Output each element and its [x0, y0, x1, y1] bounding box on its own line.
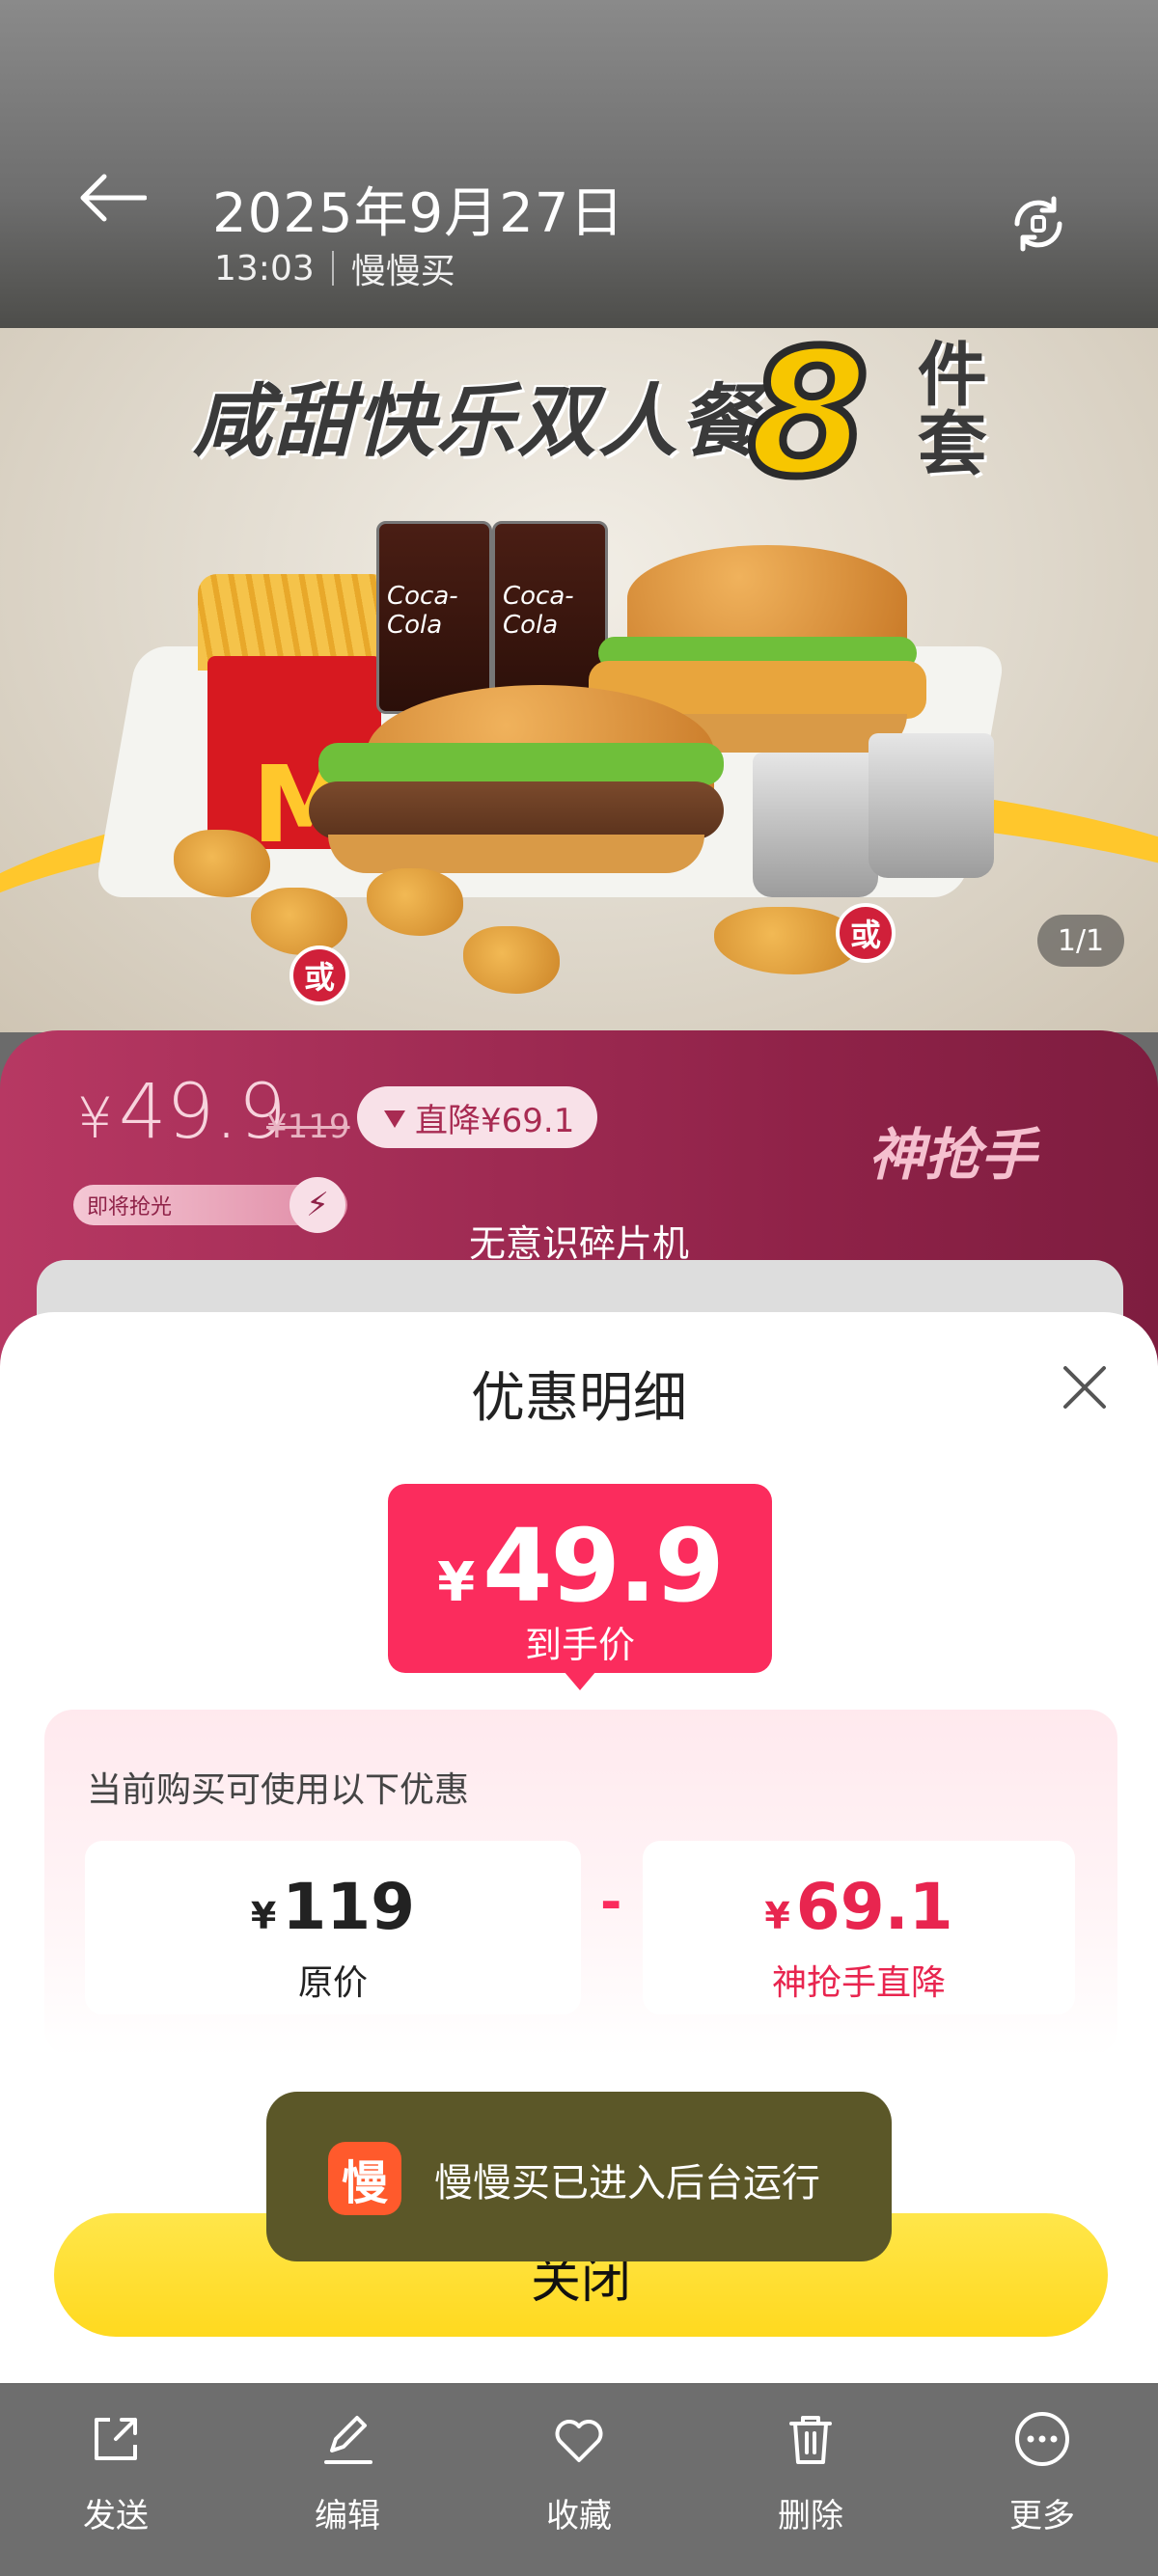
shredder-label: 无意识碎片机: [468, 1222, 689, 1265]
source-app: 慢慢买: [350, 252, 455, 291]
price-drop-text: 直降¥69.1: [415, 1101, 575, 1140]
final-price-value: 49.9: [482, 1507, 725, 1625]
promo-suffix: 件套: [905, 338, 987, 491]
discount-label: 神抢手直降: [771, 1963, 946, 2003]
arrow-left-icon: [80, 174, 147, 222]
sundae-strawberry: [868, 733, 994, 878]
discount-value: 69.1: [795, 1870, 953, 1944]
chicken-burger-bun-top: [627, 545, 907, 651]
delete-label: 删除: [778, 2497, 843, 2535]
cola-label: Coca-Cola: [503, 582, 574, 640]
down-arrow-icon: [384, 1110, 405, 1128]
delete-button[interactable]: 删除: [695, 2385, 926, 2576]
more-icon: [1015, 2412, 1069, 2466]
photo-time: 13:03: [214, 248, 315, 288]
page-indicator: 1/1: [1037, 915, 1124, 967]
edit-label: 编辑: [315, 2497, 380, 2535]
price-drop-pill: 直降¥69.1: [357, 1086, 598, 1148]
gallery-header: 2025年9月27日 13:03 慢慢买: [0, 0, 1158, 328]
sheet-title: 优惠明细: [471, 1367, 687, 1430]
strip-price-value: 49.9: [118, 1069, 287, 1156]
trash-icon: [789, 2416, 832, 2464]
more-label: 更多: [1009, 2497, 1075, 2535]
send-button[interactable]: 发送: [0, 2385, 232, 2576]
discount-currency: ¥: [764, 1895, 790, 1937]
sheet-close-button[interactable]: [1060, 1362, 1110, 1412]
beef-burger-bun-bottom: [328, 835, 704, 873]
discount-card: ¥69.1 神抢手直降: [643, 1841, 1075, 2014]
share-icon: [95, 2418, 137, 2460]
or-badge-right: 或: [836, 903, 896, 963]
original-price-card: ¥119 原价: [85, 1841, 581, 2014]
discount-amount: ¥69.1: [643, 1870, 1075, 1944]
minus-sign: -: [600, 1872, 622, 1932]
cola-cup-left: Coca-Cola: [376, 521, 492, 714]
final-currency: ¥: [437, 1551, 475, 1614]
gallery-toolbar: 发送 编辑 收藏 删除 更多: [0, 2385, 1158, 2576]
rotate-icon: [1014, 196, 1062, 252]
heart-icon: [555, 2420, 603, 2462]
favorite-label: 收藏: [546, 2497, 612, 2535]
send-label: 发送: [83, 2497, 149, 2535]
promo-count: 8: [744, 328, 872, 515]
more-button[interactable]: 更多: [926, 2385, 1158, 2576]
favorite-button[interactable]: 收藏: [463, 2385, 695, 2576]
back-button[interactable]: [77, 164, 154, 232]
rotate-button[interactable]: [1004, 189, 1073, 259]
photo-date: 2025年9月27日: [212, 182, 625, 245]
final-price-card: ¥49.9 到手价: [388, 1484, 772, 1673]
cola-label: Coca-Cola: [387, 582, 458, 640]
shenqiangshou-badge: 神抢手: [868, 1122, 1037, 1188]
edit-icon: [324, 2416, 372, 2464]
final-price-label: 到手价: [524, 1624, 635, 1666]
manmanmai-app-icon: 慢: [328, 2142, 401, 2215]
final-price: ¥49.9: [388, 1507, 772, 1625]
sundae-chocolate: [753, 753, 878, 897]
beef-burger-patty: [309, 781, 724, 839]
beef-burger-lettuce: [318, 743, 724, 785]
product-image[interactable]: 咸甜快乐双人餐 8 件套 M Coca-Cola Coca-Cola 或 或 1…: [0, 328, 1158, 1032]
original-currency: ¥: [250, 1895, 277, 1937]
photo-meta: 13:03 慢慢买: [214, 243, 455, 293]
meta-divider: [331, 251, 334, 286]
promo-suffix-text: 件套: [905, 338, 987, 477]
original-price-label: 原价: [297, 1963, 368, 2003]
edit-button[interactable]: 编辑: [232, 2385, 463, 2576]
strip-original-price: ¥119: [266, 1108, 350, 1146]
original-price: ¥119: [85, 1870, 581, 1944]
original-price-value: 119: [282, 1870, 416, 1944]
close-icon: [1063, 1366, 1106, 1409]
promo-title: 咸甜快乐双人餐: [193, 376, 760, 468]
toast-message: 慢慢买已进入后台运行: [434, 2161, 820, 2206]
strip-price: ¥49.9: [77, 1069, 287, 1156]
or-badge-left: 或: [290, 945, 349, 1005]
strip-currency: ¥: [77, 1085, 113, 1151]
discount-heading: 当前购买可使用以下优惠: [87, 1770, 470, 1810]
